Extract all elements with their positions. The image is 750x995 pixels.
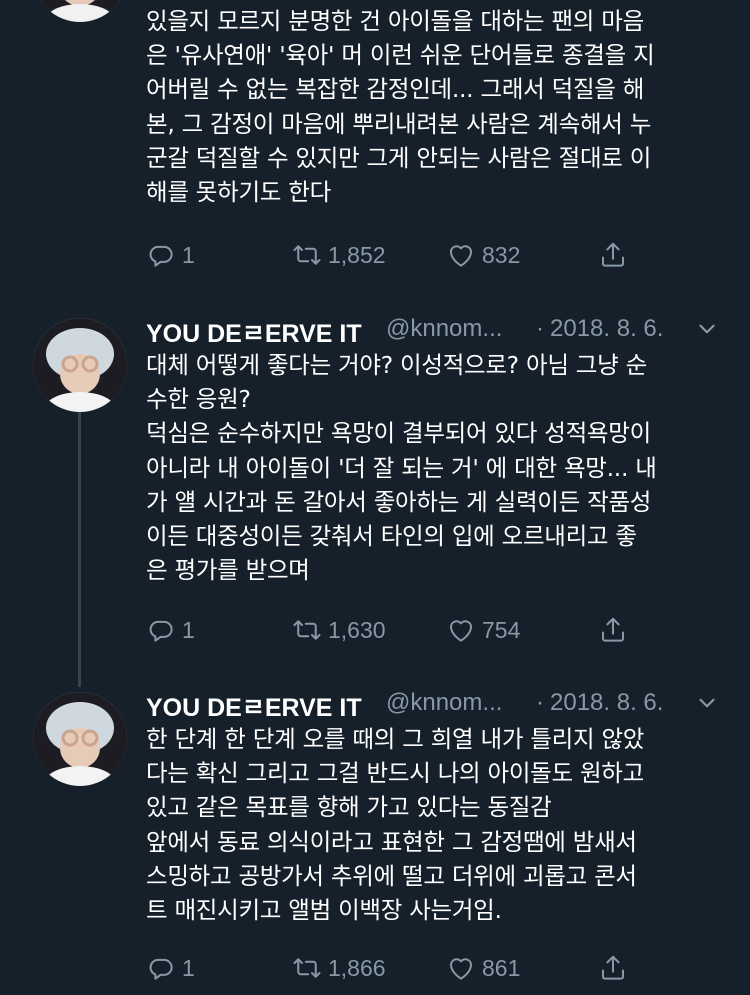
reply-icon	[149, 958, 173, 980]
timeline: 있을지 모르지 분명한 건 아이돌을 대하는 팬의 마음 은 '유사연애' '육…	[0, 0, 750, 995]
separator-dot: ·	[536, 689, 544, 716]
share-icon	[602, 617, 624, 642]
separator-dot: ·	[536, 315, 544, 342]
retweet-icon	[293, 958, 321, 978]
retweet-count: 1,866	[328, 954, 386, 981]
reply-icon	[149, 620, 173, 642]
like-count: 832	[482, 241, 521, 268]
avatar-image	[33, 692, 127, 786]
like-count: 861	[482, 954, 521, 981]
tweet[interactable]: YOU DEㄹERVE IT @knnom... · 2018. 8. 6. 한…	[0, 686, 750, 995]
tweet[interactable]: YOU DEㄹERVE IT @knnom... · 2018. 8. 6. 대…	[0, 312, 750, 672]
tweet-date[interactable]: 2018. 8. 6.	[550, 689, 663, 717]
tweet-actions: 1 1,866 861	[146, 948, 726, 988]
retweet-button[interactable]: 1,866	[292, 948, 386, 988]
user-handle[interactable]: @knnom...	[386, 689, 502, 717]
reply-icon	[149, 245, 173, 267]
reply-count: 1	[182, 954, 195, 981]
share-button[interactable]	[598, 610, 628, 650]
share-icon	[602, 955, 624, 980]
avatar[interactable]	[33, 318, 127, 412]
tweet-date[interactable]: 2018. 8. 6.	[550, 315, 663, 343]
retweet-count: 1,630	[328, 616, 386, 643]
tweet-text: 한 단계 한 단계 오를 때의 그 희열 내가 틀리지 않았 다는 확신 그리고…	[146, 725, 645, 925]
chevron-down-icon[interactable]	[694, 316, 720, 342]
tweet[interactable]: 있을지 모르지 분명한 건 아이돌을 대하는 팬의 마음 은 '유사연애' '육…	[0, 0, 750, 290]
display-name[interactable]: YOU DEㄹERVE IT	[146, 314, 362, 350]
reply-button[interactable]: 1	[146, 610, 195, 650]
avatar[interactable]	[33, 0, 127, 22]
retweet-button[interactable]: 1,852	[292, 235, 386, 275]
share-button[interactable]	[598, 235, 628, 275]
retweet-button[interactable]: 1,630	[292, 610, 386, 650]
heart-icon	[450, 245, 472, 267]
share-button[interactable]	[598, 948, 628, 988]
share-icon	[602, 242, 624, 267]
reply-count: 1	[182, 616, 195, 643]
heart-icon	[450, 958, 472, 980]
like-button[interactable]: 832	[446, 235, 520, 275]
tweet-actions: 1 1,630 754	[146, 610, 726, 650]
reply-button[interactable]: 1	[146, 235, 195, 275]
like-count: 754	[482, 616, 521, 643]
like-button[interactable]: 754	[446, 610, 520, 650]
retweet-icon	[293, 620, 321, 640]
avatar-image	[40, 0, 120, 22]
tweet-header: YOU DEㄹERVE IT @knnom... · 2018. 8. 6.	[146, 686, 726, 722]
retweet-icon	[293, 245, 321, 265]
tweet-text: 대체 어떻게 좋다는 거야? 이성적으로? 아님 그냥 순 수한 응원? 덕심은…	[146, 351, 657, 585]
retweet-count: 1,852	[328, 241, 386, 268]
chevron-down-icon[interactable]	[694, 690, 720, 716]
avatar[interactable]	[33, 692, 127, 786]
tweet-actions: 1 1,852 832	[146, 235, 726, 275]
reply-button[interactable]: 1	[146, 948, 195, 988]
tweet-header: YOU DEㄹERVE IT @knnom... · 2018. 8. 6.	[146, 312, 726, 348]
heart-icon	[450, 620, 472, 642]
like-button[interactable]: 861	[446, 948, 520, 988]
reply-count: 1	[182, 241, 195, 268]
tweet-text: 있을지 모르지 분명한 건 아이돌을 대하는 팬의 마음 은 '유사연애' '육…	[146, 7, 655, 207]
avatar-image	[33, 318, 127, 412]
display-name[interactable]: YOU DEㄹERVE IT	[146, 688, 362, 724]
user-handle[interactable]: @knnom...	[386, 315, 502, 343]
